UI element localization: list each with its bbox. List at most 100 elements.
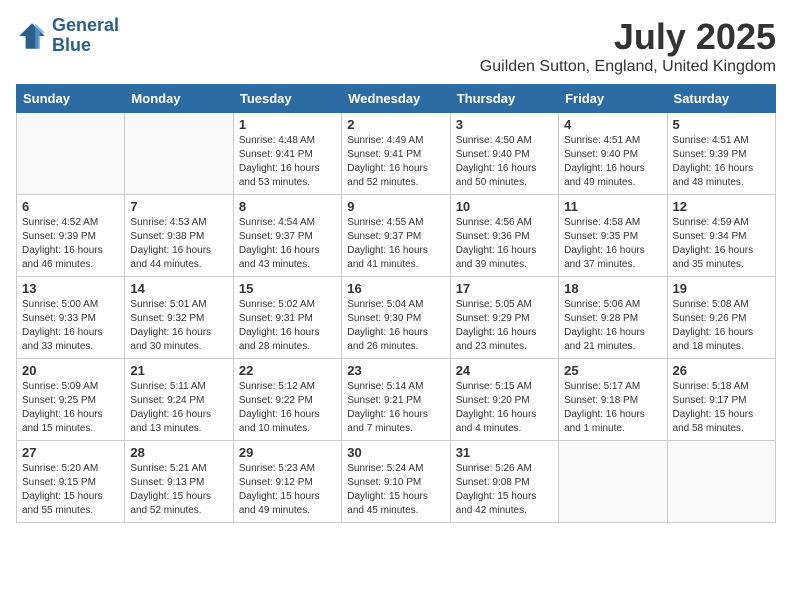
day-number: 17 <box>456 281 553 296</box>
day-info: Sunrise: 4:48 AMSunset: 9:41 PMDaylight:… <box>239 134 336 190</box>
day-info: Sunrise: 5:20 AMSunset: 9:15 PMDaylight:… <box>22 462 119 518</box>
calendar-cell: 20 Sunrise: 5:09 AMSunset: 9:25 PMDayligh… <box>17 359 125 441</box>
calendar-cell: 11Sunrise: 4:58 AMSunset: 9:35 PMDayligh… <box>559 195 667 277</box>
day-number: 27 <box>22 445 119 460</box>
logo-text: General Blue <box>52 16 119 56</box>
calendar-cell <box>667 441 775 523</box>
calendar-cell: 15 Sunrise: 5:02 AMSunset: 9:31 PMDayligh… <box>233 277 341 359</box>
day-number: 29 <box>239 445 336 460</box>
week-row-1: 1 Sunrise: 4:48 AMSunset: 9:41 PMDaylight… <box>17 113 776 195</box>
calendar-cell: 2 Sunrise: 4:49 AMSunset: 9:41 PMDaylight… <box>342 113 450 195</box>
day-number: 16 <box>347 281 444 296</box>
day-number: 28 <box>130 445 227 460</box>
day-info: Sunrise: 4:56 AMSunset: 9:36 PMDaylight:… <box>456 216 553 272</box>
weekday-header-monday: Monday <box>125 85 233 113</box>
day-info: Sunrise: 4:53 AMSunset: 9:38 PMDaylight:… <box>130 216 227 272</box>
week-row-3: 13 Sunrise: 5:00 AMSunset: 9:33 PMDayligh… <box>17 277 776 359</box>
day-number: 20 <box>22 363 119 378</box>
day-info: Sunrise: 5:02 AMSunset: 9:31 PMDaylight:… <box>239 298 336 354</box>
calendar-cell: 23 Sunrise: 5:14 AMSunset: 9:21 PMDayligh… <box>342 359 450 441</box>
calendar-cell: 18Sunrise: 5:06 AMSunset: 9:28 PMDayligh… <box>559 277 667 359</box>
calendar-cell: 1 Sunrise: 4:48 AMSunset: 9:41 PMDaylight… <box>233 113 341 195</box>
day-number: 23 <box>347 363 444 378</box>
day-info: Sunrise: 5:05 AMSunset: 9:29 PMDaylight:… <box>456 298 553 354</box>
day-number: 10 <box>456 199 553 214</box>
calendar-cell: 29 Sunrise: 5:23 AMSunset: 9:12 PMDayligh… <box>233 441 341 523</box>
day-number: 13 <box>22 281 119 296</box>
day-info: Sunrise: 5:09 AMSunset: 9:25 PMDaylight:… <box>22 380 119 436</box>
day-info: Sunrise: 4:54 AMSunset: 9:37 PMDaylight:… <box>239 216 336 272</box>
week-row-5: 27 Sunrise: 5:20 AMSunset: 9:15 PMDayligh… <box>17 441 776 523</box>
logo-icon <box>16 20 48 52</box>
page-header: General Blue July 2025 Guilden Sutton, E… <box>16 16 776 76</box>
day-info: Sunrise: 5:26 AMSunset: 9:08 PMDaylight:… <box>456 462 553 518</box>
day-info: Sunrise: 5:00 AMSunset: 9:33 PMDaylight:… <box>22 298 119 354</box>
calendar-cell <box>559 441 667 523</box>
day-info: Sunrise: 5:15 AMSunset: 9:20 PMDaylight:… <box>456 380 553 436</box>
weekday-header-saturday: Saturday <box>667 85 775 113</box>
calendar-cell: 7 Sunrise: 4:53 AMSunset: 9:38 PMDaylight… <box>125 195 233 277</box>
calendar-cell: 30Sunrise: 5:24 AMSunset: 9:10 PMDayligh… <box>342 441 450 523</box>
day-number: 2 <box>347 117 444 132</box>
day-info: Sunrise: 5:08 AMSunset: 9:26 PMDaylight:… <box>673 298 770 354</box>
day-info: Sunrise: 5:17 AMSunset: 9:18 PMDaylight:… <box>564 380 661 436</box>
calendar-cell: 9Sunrise: 4:55 AMSunset: 9:37 PMDaylight… <box>342 195 450 277</box>
day-number: 25 <box>564 363 661 378</box>
day-number: 15 <box>239 281 336 296</box>
weekday-header-thursday: Thursday <box>450 85 558 113</box>
day-number: 6 <box>22 199 119 214</box>
day-info: Sunrise: 5:12 AMSunset: 9:22 PMDaylight:… <box>239 380 336 436</box>
calendar-cell: 21Sunrise: 5:11 AMSunset: 9:24 PMDayligh… <box>125 359 233 441</box>
weekday-header-wednesday: Wednesday <box>342 85 450 113</box>
day-number: 26 <box>673 363 770 378</box>
day-number: 4 <box>564 117 661 132</box>
calendar-cell: 22Sunrise: 5:12 AMSunset: 9:22 PMDayligh… <box>233 359 341 441</box>
calendar-cell: 25 Sunrise: 5:17 AMSunset: 9:18 PMDayligh… <box>559 359 667 441</box>
day-info: Sunrise: 5:23 AMSunset: 9:12 PMDaylight:… <box>239 462 336 518</box>
day-number: 7 <box>130 199 227 214</box>
calendar-cell: 26 Sunrise: 5:18 AMSunset: 9:17 PMDayligh… <box>667 359 775 441</box>
day-info: Sunrise: 4:59 AMSunset: 9:34 PMDaylight:… <box>673 216 770 272</box>
weekday-header-row: SundayMondayTuesdayWednesdayThursdayFrid… <box>17 85 776 113</box>
day-info: Sunrise: 5:04 AMSunset: 9:30 PMDaylight:… <box>347 298 444 354</box>
weekday-header-friday: Friday <box>559 85 667 113</box>
logo: General Blue <box>16 16 119 56</box>
calendar-cell: 12Sunrise: 4:59 AMSunset: 9:34 PMDayligh… <box>667 195 775 277</box>
day-info: Sunrise: 4:51 AMSunset: 9:40 PMDaylight:… <box>564 134 661 190</box>
week-row-2: 6Sunrise: 4:52 AMSunset: 9:39 PMDaylight… <box>17 195 776 277</box>
calendar-cell <box>125 113 233 195</box>
day-number: 5 <box>673 117 770 132</box>
calendar-cell: 24 Sunrise: 5:15 AMSunset: 9:20 PMDayligh… <box>450 359 558 441</box>
week-row-4: 20 Sunrise: 5:09 AMSunset: 9:25 PMDayligh… <box>17 359 776 441</box>
calendar-table: SundayMondayTuesdayWednesdayThursdayFrid… <box>16 84 776 523</box>
day-info: Sunrise: 5:14 AMSunset: 9:21 PMDaylight:… <box>347 380 444 436</box>
day-number: 24 <box>456 363 553 378</box>
day-number: 9 <box>347 199 444 214</box>
calendar-cell: 14Sunrise: 5:01 AMSunset: 9:32 PMDayligh… <box>125 277 233 359</box>
calendar-cell: 31Sunrise: 5:26 AMSunset: 9:08 PMDayligh… <box>450 441 558 523</box>
calendar-cell: 19 Sunrise: 5:08 AMSunset: 9:26 PMDayligh… <box>667 277 775 359</box>
day-info: Sunrise: 5:11 AMSunset: 9:24 PMDaylight:… <box>130 380 227 436</box>
day-info: Sunrise: 4:51 AMSunset: 9:39 PMDaylight:… <box>673 134 770 190</box>
day-info: Sunrise: 5:06 AMSunset: 9:28 PMDaylight:… <box>564 298 661 354</box>
day-number: 8 <box>239 199 336 214</box>
day-number: 11 <box>564 199 661 214</box>
calendar-cell: 4 Sunrise: 4:51 AMSunset: 9:40 PMDaylight… <box>559 113 667 195</box>
calendar-cell: 3Sunrise: 4:50 AMSunset: 9:40 PMDaylight… <box>450 113 558 195</box>
month-title: July 2025 <box>480 16 776 58</box>
calendar-cell: 17 Sunrise: 5:05 AMSunset: 9:29 PMDayligh… <box>450 277 558 359</box>
calendar-cell: 28 Sunrise: 5:21 AMSunset: 9:13 PMDayligh… <box>125 441 233 523</box>
day-info: Sunrise: 5:24 AMSunset: 9:10 PMDaylight:… <box>347 462 444 518</box>
location-title: Guilden Sutton, England, United Kingdom <box>480 58 776 76</box>
weekday-header-tuesday: Tuesday <box>233 85 341 113</box>
day-info: Sunrise: 5:21 AMSunset: 9:13 PMDaylight:… <box>130 462 227 518</box>
day-number: 3 <box>456 117 553 132</box>
calendar-cell: 13 Sunrise: 5:00 AMSunset: 9:33 PMDayligh… <box>17 277 125 359</box>
calendar-cell: 16 Sunrise: 5:04 AMSunset: 9:30 PMDayligh… <box>342 277 450 359</box>
day-number: 14 <box>130 281 227 296</box>
day-info: Sunrise: 5:18 AMSunset: 9:17 PMDaylight:… <box>673 380 770 436</box>
calendar-cell: 10 Sunrise: 4:56 AMSunset: 9:36 PMDayligh… <box>450 195 558 277</box>
day-number: 1 <box>239 117 336 132</box>
day-number: 19 <box>673 281 770 296</box>
day-info: Sunrise: 4:49 AMSunset: 9:41 PMDaylight:… <box>347 134 444 190</box>
